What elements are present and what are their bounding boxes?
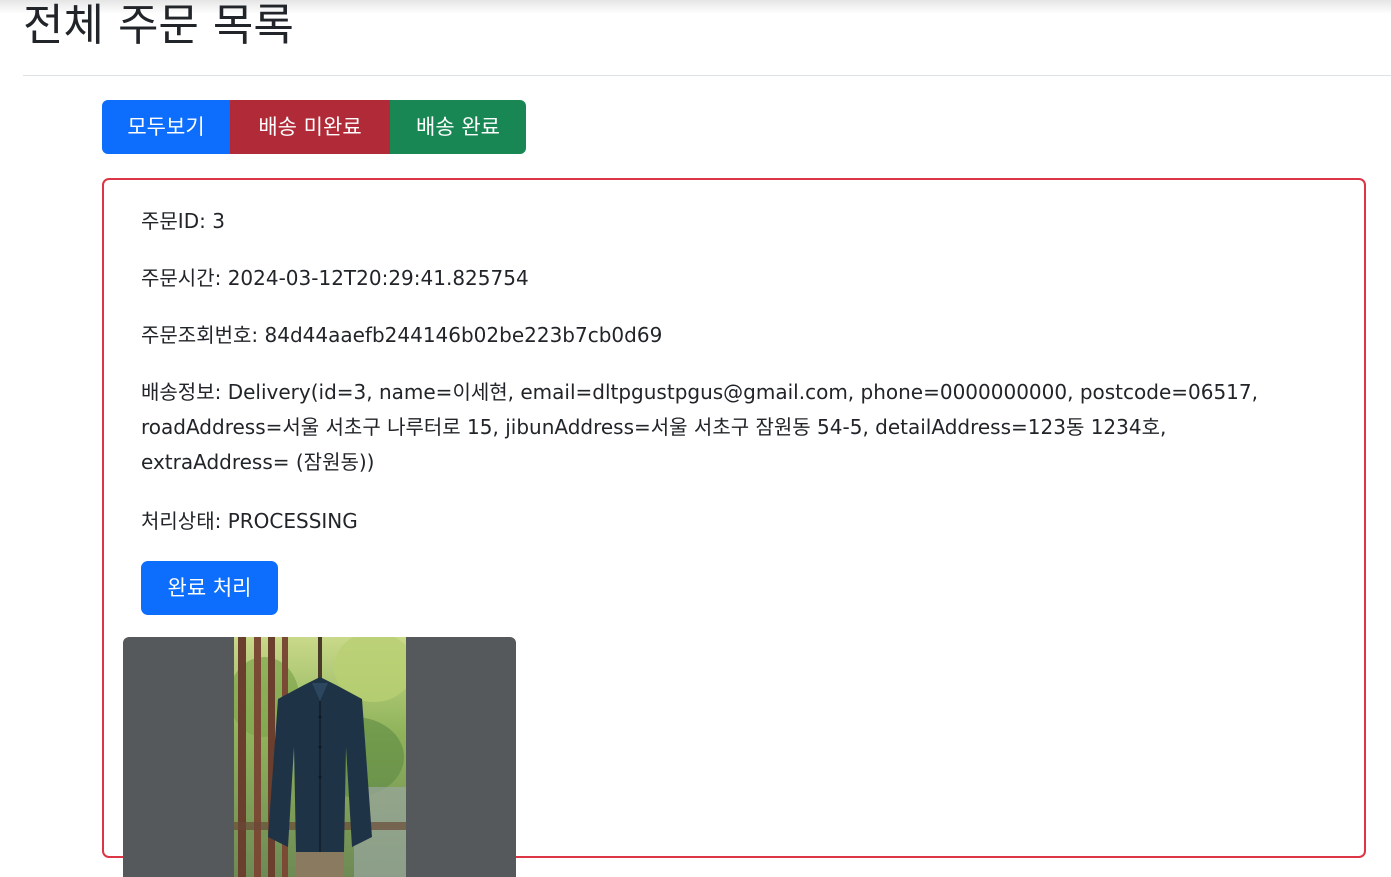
delivery-info-line-2: roadAddress=서울 서초구 나루터로 15, jibunAddress… xyxy=(141,415,1167,439)
jacket-photo-image xyxy=(234,637,406,877)
delivery-info: 배송정보: Delivery(id=3, name=이세현, email=dlt… xyxy=(141,375,1331,480)
order-lookup-number: 주문조회번호: 84d44aaefb244146b02be223b7cb0d69 xyxy=(141,323,663,347)
filter-all-button[interactable]: 모두보기 xyxy=(102,100,230,154)
order-status: 처리상태: PROCESSING xyxy=(141,509,358,533)
product-photo xyxy=(234,637,406,877)
complete-order-button[interactable]: 완료 처리 xyxy=(141,561,278,615)
order-filter-group: 모두보기 배송 미완료 배송 완료 xyxy=(102,100,526,154)
delivery-info-line-3: extraAddress= (잠원동)) xyxy=(141,450,375,474)
product-image-card xyxy=(123,637,516,877)
delivery-info-line-1: 배송정보: Delivery(id=3, name=이세현, email=dlt… xyxy=(141,380,1258,404)
order-id: 주문ID: 3 xyxy=(141,209,225,233)
order-time: 주문시간: 2024-03-12T20:29:41.825754 xyxy=(141,266,529,290)
order-card: 주문ID: 3 주문시간: 2024-03-12T20:29:41.825754… xyxy=(102,178,1366,877)
filter-completed-button[interactable]: 배송 완료 xyxy=(390,100,526,154)
filter-pending-button[interactable]: 배송 미완료 xyxy=(230,100,390,154)
page-title: 전체 주문 목록 xyxy=(23,0,294,51)
title-divider xyxy=(23,75,1391,76)
